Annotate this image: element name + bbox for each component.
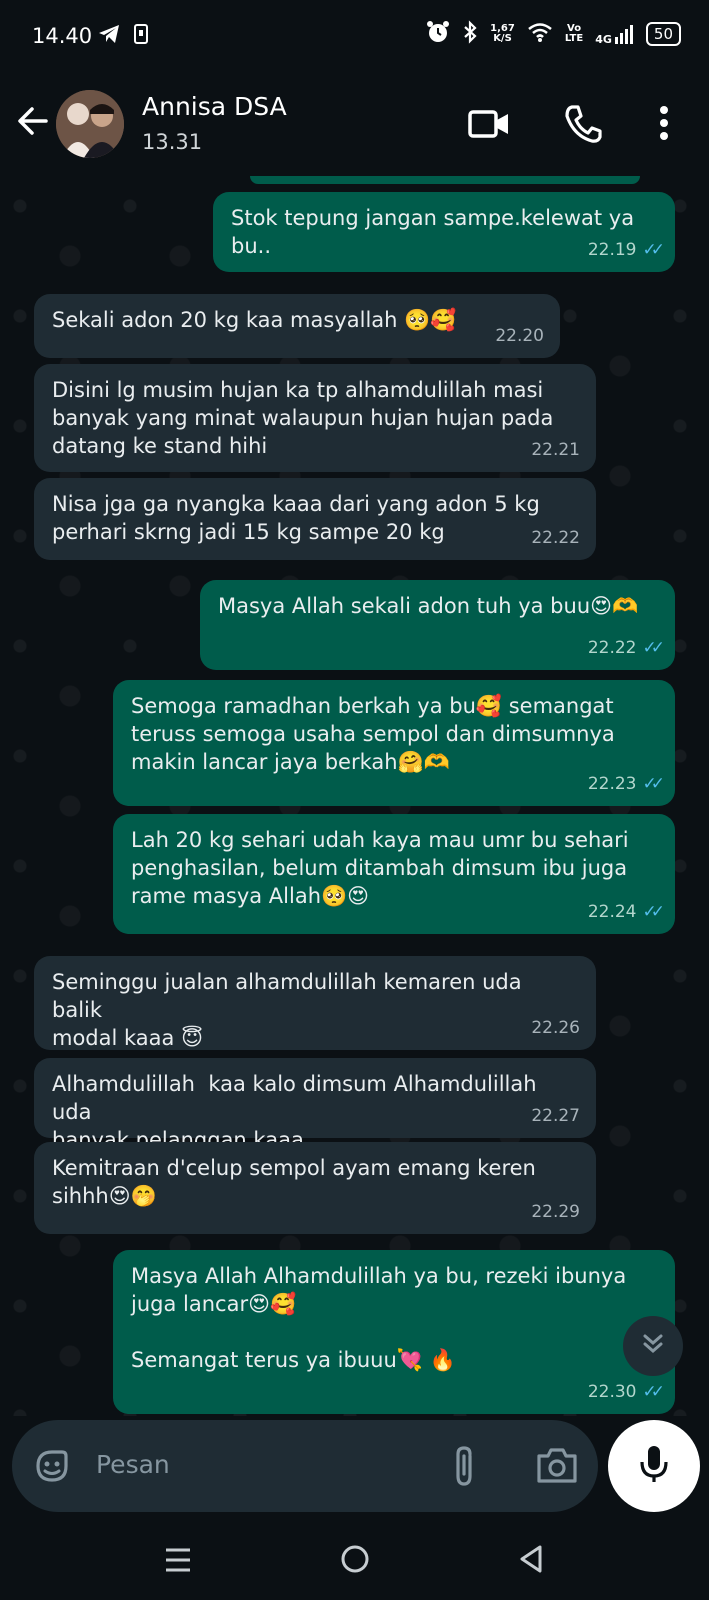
camera-icon[interactable] (536, 1446, 578, 1488)
volte-indicator: Vo LTE (564, 23, 584, 44)
message-list[interactable]: Stok tepung jangan sampe.kelewat ya bu..… (0, 176, 709, 1416)
system-navigation-bar (0, 1520, 709, 1600)
message-outgoing[interactable]: Masya Allah Alhamdulillah ya bu, rezeki … (113, 1250, 675, 1414)
message-time: 22.27 (531, 1106, 580, 1126)
message-time: 22.20 (495, 326, 544, 346)
message-time: 22.23 (587, 774, 637, 794)
previous-message-edge (250, 176, 640, 184)
bluetooth-icon (462, 20, 478, 48)
recent-apps-icon[interactable] (164, 1546, 192, 1578)
contact-subtitle: 13.31 (142, 130, 203, 154)
contact-name[interactable]: Annisa DSA (142, 92, 287, 121)
message-incoming[interactable]: Sekali adon 20 kg kaa masyallah 🥺🥰 22.20 (34, 294, 560, 358)
message-incoming[interactable]: Alhamdulillah kaa kalo dimsum Alhamdulil… (34, 1058, 596, 1152)
phone-icon[interactable] (564, 104, 602, 148)
chat-header: Annisa DSA 13.31 (0, 78, 709, 176)
chevron-double-down-icon (640, 1331, 666, 1361)
message-incoming[interactable]: Kemitraan d'celup sempol ayam emang kere… (34, 1142, 596, 1234)
read-receipt-icon: ✓✓ (642, 1382, 665, 1402)
read-receipt-icon: ✓✓ (642, 240, 665, 260)
back-nav-icon[interactable] (518, 1544, 544, 1578)
message-composer[interactable]: Pesan (12, 1420, 598, 1512)
home-icon[interactable] (340, 1544, 370, 1578)
message-incoming[interactable]: Disini lg musim hujan ka tp alhamdulilla… (34, 364, 596, 472)
message-time: 22.24 (587, 902, 637, 922)
wifi-icon (527, 21, 553, 47)
read-receipt-icon: ✓✓ (642, 902, 665, 922)
message-time: 22.19 (587, 240, 637, 260)
telegram-icon (98, 24, 120, 48)
message-time: 22.22 (587, 638, 637, 658)
signal-icon: 4G (595, 23, 634, 45)
alarm-icon (426, 20, 450, 48)
read-receipt-icon: ✓✓ (642, 774, 665, 794)
voice-record-button[interactable] (608, 1420, 700, 1512)
phone-storage-icon (134, 24, 148, 48)
message-incoming[interactable]: Nisa jga ga nyangka kaaa dari yang adon … (34, 478, 596, 560)
message-time: 22.30 (587, 1382, 637, 1402)
message-time: 22.29 (531, 1202, 580, 1222)
mic-icon (639, 1444, 669, 1488)
message-outgoing[interactable]: Stok tepung jangan sampe.kelewat ya bu..… (213, 192, 675, 272)
message-outgoing[interactable]: Semoga ramadhan berkah ya bu🥰 semangat t… (113, 680, 675, 806)
message-time: 22.21 (531, 440, 580, 460)
arrow-left-icon[interactable] (16, 104, 50, 142)
paperclip-icon[interactable] (450, 1444, 478, 1492)
scroll-to-bottom-button[interactable] (623, 1316, 683, 1376)
message-time: 22.22 (531, 528, 580, 548)
message-time: 22.26 (531, 1018, 580, 1038)
battery-indicator: 50 (645, 22, 681, 46)
read-receipt-icon: ✓✓ (642, 638, 665, 658)
message-outgoing[interactable]: Masya Allah sekali adon tuh ya buu😍🫶 22.… (200, 580, 675, 670)
more-vert-icon[interactable] (658, 104, 670, 148)
message-outgoing[interactable]: Lah 20 kg sehari udah kaya mau umr bu se… (113, 814, 675, 934)
avatar[interactable] (56, 90, 124, 158)
video-call-icon[interactable] (468, 104, 510, 148)
message-input[interactable]: Pesan (96, 1450, 170, 1479)
sticker-icon[interactable] (32, 1446, 72, 1490)
network-speed: 1,67 K/S (490, 23, 515, 44)
message-incoming[interactable]: Seminggu jualan alhamdulillah kemaren ud… (34, 956, 596, 1050)
status-time: 14.40 (32, 24, 93, 48)
status-bar: 14.40 1,67 K/S Vo LTE 4G 50 (0, 0, 709, 78)
